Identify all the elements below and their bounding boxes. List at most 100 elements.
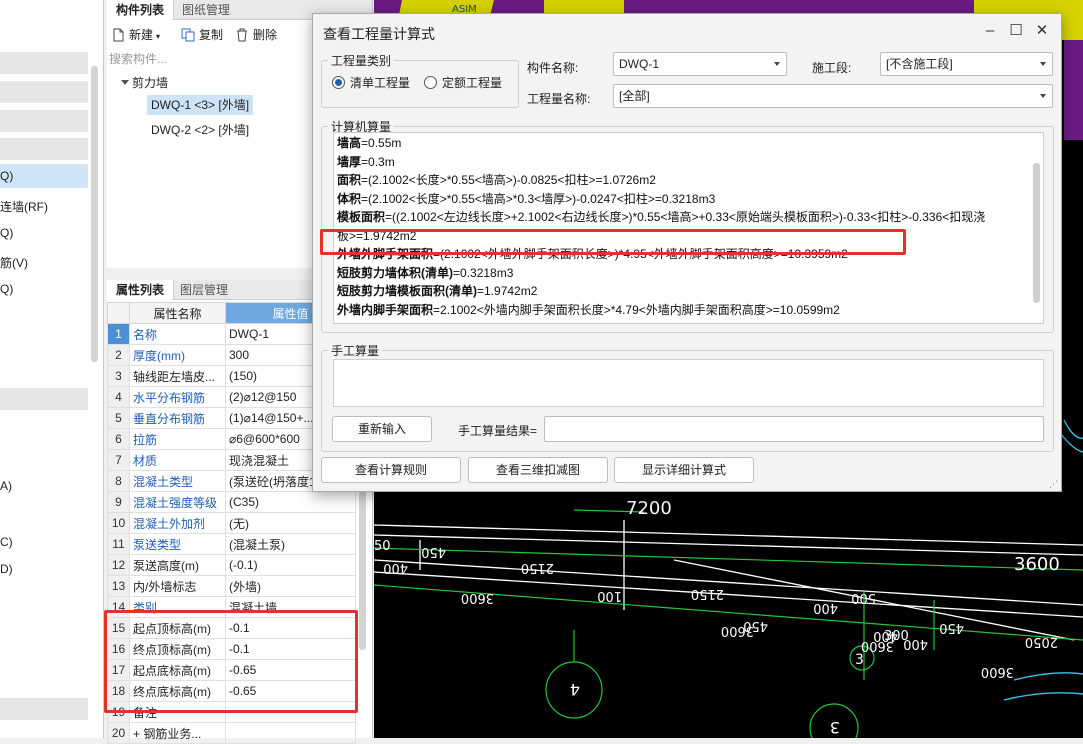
copy-button[interactable]: 复制	[181, 24, 223, 46]
property-value[interactable]: (外墙)	[225, 575, 356, 597]
manual-result-field[interactable]	[544, 416, 1044, 442]
property-value[interactable]: (C35)	[225, 491, 356, 513]
property-row[interactable]: 9 混凝土强度等级 (C35)	[107, 491, 356, 513]
caret-down-icon[interactable]	[121, 80, 129, 85]
nav-item-label[interactable]: A)	[0, 479, 12, 493]
reenter-button[interactable]: 重新输入	[332, 416, 432, 442]
property-name: 类别	[129, 596, 226, 618]
nav-block[interactable]	[0, 81, 88, 103]
computer-calc-text-area[interactable]: 墙高=0.55m 墙厚=0.3m 面积=(2.1002<长度>*0.55<墙高>)-…	[333, 132, 1044, 324]
radio-bill-quantity[interactable]: 清单工程量	[332, 75, 410, 91]
property-value[interactable]: (-0.1)	[225, 554, 356, 576]
manual-calc-input[interactable]	[333, 359, 1044, 407]
nav-item-label[interactable]: C)	[0, 535, 13, 549]
maximize-icon[interactable]: ☐	[1003, 20, 1029, 42]
nav-block[interactable]	[0, 138, 88, 160]
construction-stage-select[interactable]: [不含施工段]	[880, 52, 1053, 76]
nav-item-label[interactable]: 连墙(RF)	[0, 198, 48, 215]
tab-layer-management[interactable]: 图层管理	[171, 280, 237, 300]
property-name: 备注	[129, 701, 226, 723]
property-value[interactable]: -0.65	[225, 680, 356, 702]
calc-line-formula: =0.3m	[361, 154, 395, 169]
property-row[interactable]: 12 泵送高度(m) (-0.1)	[107, 554, 356, 576]
property-value[interactable]	[225, 701, 356, 723]
property-name: 内/外墙标志	[129, 575, 226, 597]
nav-item-label[interactable]: Q)	[0, 282, 13, 296]
nav-item-label[interactable]: D)	[0, 562, 13, 576]
left-navigation-strip: Q) 连墙(RF) Q) 筋(V) Q) A) C) D)	[0, 0, 104, 738]
calc-line: 板>=1.9742m2	[337, 228, 416, 244]
tab-drawing-management[interactable]: 图纸管理	[173, 0, 239, 20]
cad-axis-label: 3	[830, 718, 840, 737]
tab-component-list[interactable]: 构件列表	[107, 0, 175, 20]
property-row[interactable]: 10 混凝土外加剂 (无)	[107, 512, 356, 534]
calc-scrollbar[interactable]	[1033, 163, 1040, 303]
calc-line: 墙高=0.55m	[337, 135, 401, 151]
delete-button[interactable]: 删除	[235, 24, 277, 46]
radio-quota-quantity[interactable]: 定额工程量	[424, 75, 502, 91]
nav-block[interactable]	[0, 110, 88, 132]
calc-line-key: 面积	[337, 173, 362, 187]
cad-dim-450: 450	[421, 544, 446, 559]
component-name-select[interactable]: DWQ-1	[613, 52, 787, 76]
new-label: 新建	[129, 28, 154, 42]
property-value[interactable]: 混凝土墙	[225, 596, 356, 618]
property-row[interactable]: 15 起点顶标高(m) -0.1	[107, 617, 356, 639]
quantity-name-select[interactable]: [全部]	[613, 84, 1053, 108]
property-row-number: 6	[107, 428, 130, 450]
property-row[interactable]: 19 备注	[107, 701, 356, 723]
construction-stage-label: 施工段:	[812, 61, 852, 75]
property-row[interactable]: 11 泵送类型 (混凝土泵)	[107, 533, 356, 555]
nav-block[interactable]	[0, 388, 88, 410]
property-value[interactable]: (无)	[225, 512, 356, 534]
component-name-label: 构件名称:	[527, 61, 579, 75]
property-row[interactable]: 13 内/外墙标志 (外墙)	[107, 575, 356, 597]
property-row-number: 15	[107, 617, 130, 639]
nav-item-label[interactable]: Q)	[0, 169, 13, 183]
property-row[interactable]: 20 + 钢筋业务...	[107, 722, 356, 744]
property-name: 混凝土类型	[129, 470, 226, 492]
property-row-number: 3	[107, 365, 130, 387]
tree-item-dwq-1[interactable]: DWQ-1 <3> [外墙]	[147, 95, 254, 115]
calc-line: 模板面积=((2.1002<左边线长度>+2.1002<右边线长度>)*0.55…	[337, 209, 985, 225]
property-name: 起点顶标高(m)	[129, 617, 226, 639]
property-value[interactable]: -0.1	[225, 617, 356, 639]
property-row[interactable]: 14 类别 混凝土墙	[107, 596, 356, 618]
nav-block[interactable]	[0, 698, 88, 720]
property-value[interactable]: -0.65	[225, 659, 356, 681]
property-name: 终点顶标高(m)	[129, 638, 226, 660]
property-row[interactable]: 18 终点底标高(m) -0.65	[107, 680, 356, 702]
view-3d-deduction-button[interactable]: 查看三维扣减图	[468, 457, 608, 483]
radio-checked-icon	[332, 76, 345, 89]
property-name: 泵送高度(m)	[129, 554, 226, 576]
left-scrollbar[interactable]	[91, 66, 98, 362]
property-name: 泵送类型	[129, 533, 226, 555]
radio-label: 定额工程量	[442, 76, 503, 90]
nav-block[interactable]	[0, 52, 88, 74]
component-name-value: DWQ-1	[619, 57, 659, 71]
nav-item-label[interactable]: 筋(V)	[0, 254, 28, 271]
new-button[interactable]: 新建 ▾	[111, 24, 160, 46]
property-row[interactable]: 16 终点顶标高(m) -0.1	[107, 638, 356, 660]
property-row-number: 11	[107, 533, 130, 555]
property-value[interactable]: -0.1	[225, 638, 356, 660]
resize-grip-icon[interactable]: ⋰	[1049, 479, 1058, 490]
cad-dim-500: 500	[851, 590, 876, 605]
cad-dim-2150: 2150	[521, 560, 554, 575]
show-detail-formula-button[interactable]: 显示详细计算式	[614, 457, 754, 483]
property-value[interactable]	[225, 722, 356, 744]
property-row[interactable]: 17 起点底标高(m) -0.65	[107, 659, 356, 681]
cad-dim-400: 400	[383, 560, 408, 575]
view-rules-button[interactable]: 查看计算规则	[321, 457, 461, 483]
nav-item-label[interactable]: Q)	[0, 226, 13, 240]
calc-line: 外墙外脚手架面积=(2.1002<外墙外脚手架面积长度>)*4.95<外墙外脚手…	[337, 246, 848, 262]
property-row-number: 19	[107, 701, 130, 723]
property-value[interactable]: (混凝土泵)	[225, 533, 356, 555]
tree-item-dwq-2[interactable]: DWQ-2 <2> [外墙]	[147, 120, 253, 140]
tree-node-shear-wall[interactable]: 剪力墙	[121, 74, 168, 91]
tab-property-list[interactable]: 属性列表	[107, 280, 175, 300]
copy-label: 复制	[199, 28, 224, 42]
close-icon[interactable]: ✕	[1029, 20, 1055, 42]
minimize-icon[interactable]: –	[977, 20, 1003, 42]
calc-line-key: 外墙外脚手架面积	[337, 247, 434, 261]
